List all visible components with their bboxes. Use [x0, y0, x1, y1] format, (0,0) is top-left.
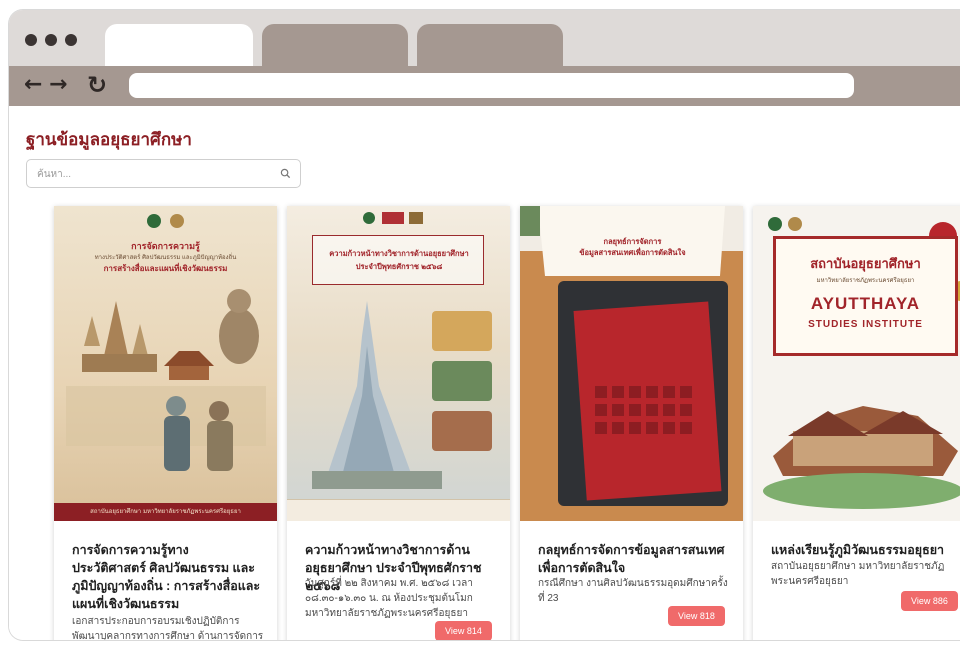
forward-arrow-icon[interactable]: → [49, 72, 67, 98]
card-4[interactable]: สถาบันอยุธยาศึกษา มหาวิทยาลัยราชภัฏพระนค… [753, 206, 960, 640]
poster-1-subtitle-2: การสร้างสื่อและแผนที่เชิงวัฒนธรรม [103, 264, 228, 273]
poster-1-subtitle: ทางประวัติศาสตร์ ศิลปวัฒนธรรม และภูมิปัญ… [94, 255, 237, 261]
back-arrow-icon[interactable]: ← [24, 72, 42, 98]
poster-3-subtitle: ข้อมูลสารสนเทศเพื่อการตัดสินใจ [579, 248, 686, 257]
poster-1-footer: สถาบันอยุธยาศึกษา มหาวิทยาลัยราชภัฏพระนค… [54, 503, 277, 521]
poster-4-english-subtitle: STUDIES INSTITUTE [808, 319, 923, 330]
poster-4-title: สถาบันอยุธยาศึกษา [810, 256, 921, 271]
poster-4-title-frame: สถาบันอยุธยาศึกษา มหาวิทยาลัยราชภัฏพระนค… [773, 236, 958, 356]
tab-3[interactable] [417, 24, 563, 66]
card-title[interactable]: กลยุทธ์การจัดการข้อมูลสารสนเทศเพื่อการตั… [538, 541, 728, 577]
card-description: วันศุกร์ที่ ๒๒ สิงหาคม พ.ศ. ๒๕๖๘ เวลา ๐๘… [305, 578, 473, 619]
poster-1-title: การจัดการความรู้ [131, 241, 200, 251]
card-description: สถาบันอยุธยาศึกษา มหาวิทยาลัยราชภัฏพระนค… [771, 561, 945, 587]
browser-window: ← → ↻ ฐานข้อมูลอยุธยาศึกษา ค้นหา... การจ… [9, 10, 960, 640]
reload-icon[interactable]: ↻ [87, 72, 107, 98]
maximize-dot-icon[interactable] [65, 34, 77, 46]
poster-4-english-title: AYUTTHAYA [810, 294, 921, 313]
search-icon[interactable] [280, 168, 291, 179]
view-count-button[interactable]: View 886 [901, 591, 958, 611]
card-4-poster[interactable]: สถาบันอยุธยาศึกษา มหาวิทยาลัยราชภัฏพระนค… [753, 206, 960, 521]
poster-4-subtitle: มหาวิทยาลัยราชภัฏพระนครศรีอยุธยา [816, 278, 915, 284]
card-3-poster[interactable]: กลยุทธ์การจัดการ ข้อมูลสารสนเทศเพื่อการต… [520, 206, 743, 521]
poster-2-title: ความก้าวหน้าทางวิชาการด้านอยุธยาศึกษา [329, 249, 469, 258]
card-title[interactable]: แหล่งเรียนรู้ภูมิวัฒนธรรมอยุธยา [771, 541, 960, 559]
poster-2-footer [287, 499, 510, 521]
view-count-button[interactable]: View 818 [668, 606, 725, 626]
title-bar [9, 10, 960, 66]
tab-active[interactable] [105, 24, 253, 66]
card-description: เอกสารประกอบการอบรมเชิงปฏิบัติการพัฒนาบุ… [72, 616, 264, 640]
minimize-dot-icon[interactable] [45, 34, 57, 46]
card-title[interactable]: การจัดการความรู้ทางประวัติศาสตร์ ศิลปวัฒ… [72, 541, 262, 613]
poster-2-title-box: ความก้าวหน้าทางวิชาการด้านอยุธยาศึกษา ปร… [312, 235, 484, 285]
card-1-poster[interactable]: การจัดการความรู้ ทางประวัติศาสตร์ ศิลปวั… [54, 206, 277, 521]
card-3[interactable]: กลยุทธ์การจัดการ ข้อมูลสารสนเทศเพื่อการต… [520, 206, 743, 640]
page-content: ฐานข้อมูลอยุธยาศึกษา ค้นหา... การจัดการค… [9, 106, 960, 640]
card-description: กรณีศึกษา งานศิลปวัฒนธรรมอุดมศึกษาครั้งท… [538, 578, 728, 604]
card-2[interactable]: ความก้าวหน้าทางวิชาการด้านอยุธยาศึกษา ปร… [287, 206, 510, 640]
card-1[interactable]: การจัดการความรู้ ทางประวัติศาสตร์ ศิลปวั… [54, 206, 277, 640]
search-input[interactable]: ค้นหา... [26, 159, 301, 188]
view-count-button[interactable]: View 814 [435, 621, 492, 640]
card-2-poster[interactable]: ความก้าวหน้าทางวิชาการด้านอยุธยาศึกษา ปร… [287, 206, 510, 521]
poster-2-subtitle: ประจำปีพุทธศักราช ๒๕๖๘ [355, 262, 443, 271]
close-dot-icon[interactable] [25, 34, 37, 46]
tab-2[interactable] [262, 24, 408, 66]
page-title: ฐานข้อมูลอยุธยาศึกษา [26, 130, 192, 149]
search-placeholder: ค้นหา... [37, 169, 72, 180]
browser-toolbar: ← → ↻ [9, 66, 960, 106]
window-controls [25, 34, 77, 46]
address-bar[interactable] [129, 73, 854, 98]
